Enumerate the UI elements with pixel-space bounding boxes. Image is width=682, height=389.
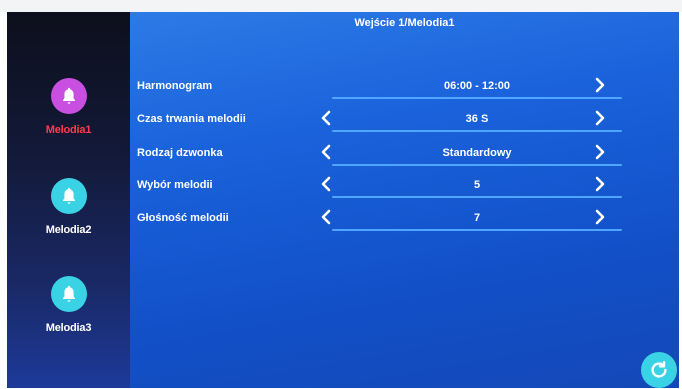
row-divider [332, 97, 622, 99]
row-divider [332, 164, 622, 166]
screen: Melodia1 Melodia2 Melodia3 Wejście 1/Mel… [7, 12, 679, 388]
chevron-left-icon[interactable] [315, 173, 337, 195]
refresh-icon[interactable] [641, 352, 677, 388]
setting-label: Wybór melodii [137, 179, 213, 191]
sidebar-item-label: Melodia1 [45, 124, 92, 136]
bell-icon [50, 178, 87, 214]
setting-value: 06:00 - 12:00 [443, 80, 511, 92]
row-divider [332, 229, 622, 231]
setting-label: Czas trwania melodii [137, 113, 246, 125]
setting-label: Głośność melodii [137, 212, 229, 224]
row-divider [332, 196, 622, 198]
row-divider [332, 130, 622, 132]
chevron-right-icon[interactable] [589, 141, 611, 163]
sidebar: Melodia1 Melodia2 Melodia3 [7, 12, 130, 388]
sidebar-item-melodia1[interactable]: Melodia1 [7, 78, 130, 136]
setting-row-rodzaj-dzwonka[interactable]: Rodzaj dzwonka Standardowy [137, 139, 637, 169]
sidebar-item-label: Melodia3 [45, 322, 92, 334]
chevron-left-icon[interactable] [315, 141, 337, 163]
setting-label: Harmonogram [137, 80, 213, 92]
chevron-right-icon[interactable] [589, 107, 611, 129]
chevron-right-icon[interactable] [589, 74, 611, 96]
chevron-right-icon[interactable] [589, 173, 611, 195]
sidebar-item-melodia2[interactable]: Melodia2 [7, 178, 130, 236]
setting-row-glosnosc-melodii[interactable]: Głośność melodii 7 [137, 204, 637, 234]
setting-value: Standardowy [442, 147, 512, 159]
setting-value: 7 [473, 212, 481, 224]
chevron-left-icon[interactable] [315, 107, 337, 129]
setting-value: 5 [473, 179, 481, 191]
sidebar-item-melodia3[interactable]: Melodia3 [7, 276, 130, 334]
setting-row-harmonogram[interactable]: Harmonogram 06:00 - 12:00 [137, 72, 637, 102]
bell-icon [50, 78, 87, 114]
setting-row-wybor-melodii[interactable]: Wybór melodii 5 [137, 171, 637, 201]
setting-row-czas-trwania[interactable]: Czas trwania melodii 36 S [137, 105, 637, 135]
page-title: Wejście 1/Melodia1 [354, 17, 455, 29]
sidebar-item-label: Melodia2 [45, 224, 92, 236]
chevron-left-icon[interactable] [315, 206, 337, 228]
setting-label: Rodzaj dzwonka [137, 147, 223, 159]
chevron-right-icon[interactable] [589, 206, 611, 228]
setting-value: 36 S [465, 113, 489, 125]
bell-icon [50, 276, 87, 312]
device-frame-top [0, 0, 682, 12]
